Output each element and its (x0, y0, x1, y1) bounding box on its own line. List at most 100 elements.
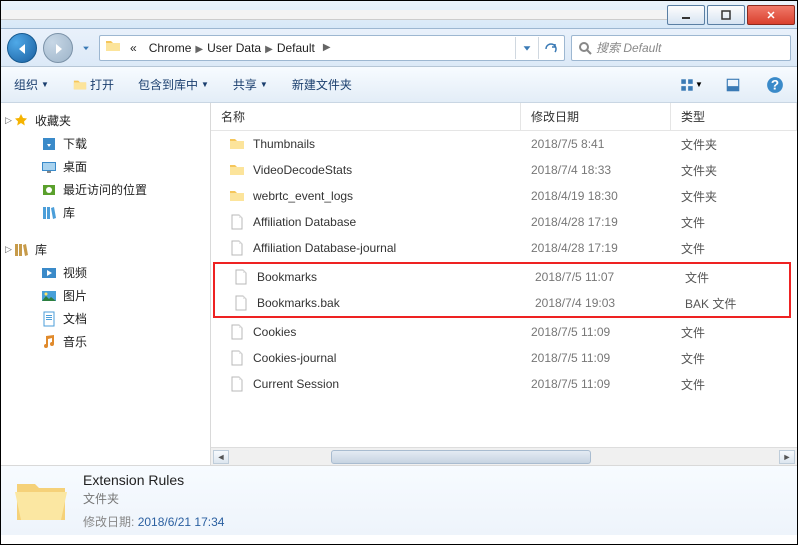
details-folder-icon (13, 474, 69, 527)
sidebar-item[interactable]: 桌面 (1, 155, 210, 178)
file-row[interactable]: Current Session2018/7/5 11:09文件 (211, 371, 797, 397)
file-name: Current Session (253, 377, 339, 391)
music-icon (41, 334, 57, 350)
file-row[interactable]: VideoDecodeStats2018/7/4 18:33文件夹 (211, 157, 797, 183)
horizontal-scrollbar[interactable]: ◄ ► (211, 447, 797, 465)
minimize-button[interactable] (667, 5, 705, 25)
breadcrumb-segment[interactable]: User Data (203, 39, 265, 57)
title-bar (1, 1, 797, 29)
file-row[interactable]: Affiliation Database-journal2018/4/28 17… (211, 235, 797, 261)
folder-icon (229, 136, 245, 152)
sidebar-favorites-header[interactable]: ▷ 收藏夹 (1, 109, 210, 132)
file-modified: 2018/7/4 18:33 (521, 163, 671, 177)
history-dropdown[interactable] (79, 33, 93, 63)
file-name: Bookmarks (257, 270, 317, 284)
library-icon (41, 205, 57, 221)
recent-icon (41, 182, 57, 198)
preview-pane-button[interactable] (719, 73, 747, 97)
download-icon (41, 136, 57, 152)
file-modified: 2018/4/28 17:19 (521, 215, 671, 229)
search-icon (578, 41, 592, 55)
file-row[interactable]: Cookies-journal2018/7/5 11:09文件 (211, 345, 797, 371)
file-row[interactable]: Affiliation Database 2018/4/28 17:19文件 (211, 209, 797, 235)
view-options-button[interactable]: ▼ (677, 73, 705, 97)
picture-icon (41, 288, 57, 304)
share-menu[interactable]: 共享▼ (228, 73, 273, 96)
address-dropdown[interactable] (515, 37, 537, 59)
file-icon (229, 214, 245, 230)
file-modified: 2018/7/5 11:09 (521, 377, 671, 391)
sidebar-item[interactable]: 文档 (1, 307, 210, 330)
file-row[interactable]: Bookmarks.bak2018/7/4 19:03BAK 文件 (215, 290, 789, 316)
video-icon (41, 265, 57, 281)
back-button[interactable] (7, 33, 37, 63)
navigation-sidebar: ▷ 收藏夹 下载桌面最近访问的位置库 ▷ 库 视频图片文档音乐 (1, 103, 211, 465)
breadcrumb-segment[interactable]: Chrome (145, 39, 196, 57)
sidebar-item[interactable]: 最近访问的位置 (1, 178, 210, 201)
sidebar-item[interactable]: 音乐 (1, 330, 210, 353)
file-type: 文件 (671, 214, 797, 231)
browser-tabstrip (1, 10, 667, 20)
new-folder-button[interactable]: 新建文件夹 (287, 73, 357, 96)
file-type: 文件夹 (671, 162, 797, 179)
navigation-bar: « Chrome▶User Data▶Default ▶ 搜索 Default (1, 29, 797, 67)
column-type[interactable]: 类型 (671, 103, 797, 130)
file-row[interactable]: webrtc_event_logs2018/4/19 18:30文件夹 (211, 183, 797, 209)
file-icon (229, 240, 245, 256)
details-pane: Extension Rules 文件夹 修改日期: 2018/6/21 17:3… (1, 465, 797, 535)
folder-icon (229, 162, 245, 178)
file-type: 文件夹 (671, 136, 797, 153)
file-icon (229, 350, 245, 366)
highlight-annotation: Bookmarks 2018/7/5 11:07文件 Bookmarks.bak20… (213, 262, 791, 318)
sidebar-item[interactable]: 库 (1, 201, 210, 224)
sidebar-libraries-header[interactable]: ▷ 库 (1, 238, 210, 261)
help-button[interactable] (761, 73, 789, 97)
scroll-right-button[interactable]: ► (779, 450, 795, 464)
file-modified: 2018/4/19 18:30 (521, 189, 671, 203)
column-modified[interactable]: 修改日期 (521, 103, 671, 130)
close-button[interactable] (747, 5, 795, 25)
maximize-button[interactable] (707, 5, 745, 25)
file-type: 文件 (675, 269, 789, 286)
document-icon (41, 311, 57, 327)
file-name: Affiliation Database (253, 215, 356, 229)
file-name: Affiliation Database-journal (253, 241, 396, 255)
column-headers: 名称 修改日期 类型 (211, 103, 797, 131)
address-bar[interactable]: « Chrome▶User Data▶Default ▶ (99, 35, 565, 61)
file-modified: 2018/7/5 8:41 (521, 137, 671, 151)
star-icon (13, 113, 29, 129)
file-name: Cookies (253, 325, 296, 339)
folder-icon (104, 38, 122, 57)
scroll-left-button[interactable]: ◄ (213, 450, 229, 464)
file-modified: 2018/7/5 11:07 (525, 270, 675, 284)
file-modified: 2018/7/5 11:09 (521, 325, 671, 339)
file-name: Cookies-journal (253, 351, 336, 365)
search-input[interactable]: 搜索 Default (571, 35, 791, 61)
file-row[interactable]: Cookies2018/7/5 11:09文件 (211, 319, 797, 345)
file-modified: 2018/7/5 11:09 (521, 351, 671, 365)
file-type: BAK 文件 (675, 295, 789, 312)
library-icon (13, 242, 29, 258)
include-library-menu[interactable]: 包含到库中▼ (133, 73, 214, 96)
sidebar-item[interactable]: 视频 (1, 261, 210, 284)
scroll-thumb[interactable] (331, 450, 591, 464)
sidebar-item[interactable]: 下载 (1, 132, 210, 155)
folder-icon (229, 188, 245, 204)
breadcrumb-ellipsis[interactable]: « (126, 39, 141, 57)
file-row[interactable]: Bookmarks 2018/7/5 11:07文件 (215, 264, 789, 290)
file-row[interactable]: Thumbnails 2018/7/5 8:41文件夹 (211, 131, 797, 157)
forward-button[interactable] (43, 33, 73, 63)
organize-menu[interactable]: 组织▼ (9, 73, 54, 96)
details-type: 文件夹 (83, 490, 224, 507)
details-name: Extension Rules (83, 472, 224, 488)
refresh-button[interactable] (538, 37, 560, 59)
file-name: Thumbnails (253, 137, 315, 151)
open-button[interactable]: 打开 (68, 73, 119, 96)
toolbar: 组织▼ 打开 包含到库中▼ 共享▼ 新建文件夹 ▼ (1, 67, 797, 103)
breadcrumb-segment[interactable]: Default (273, 39, 319, 57)
column-name[interactable]: 名称 (211, 103, 521, 130)
file-name: webrtc_event_logs (253, 189, 353, 203)
sidebar-item[interactable]: 图片 (1, 284, 210, 307)
details-modified: 修改日期: 2018/6/21 17:34 (83, 513, 224, 530)
file-name: Bookmarks.bak (257, 296, 340, 310)
